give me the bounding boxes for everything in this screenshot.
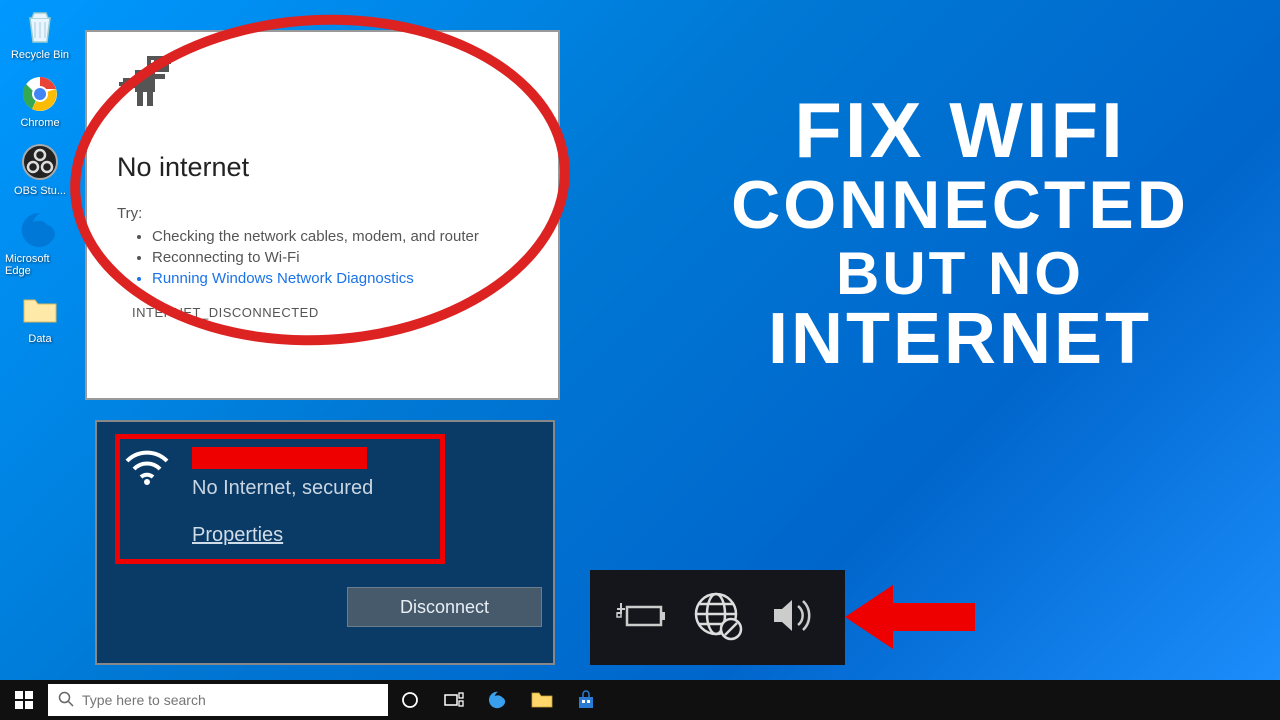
try-label: Try:	[117, 205, 548, 222]
battery-icon	[613, 595, 668, 640]
icon-label: OBS Stu...	[14, 185, 66, 197]
obs-icon	[19, 141, 61, 183]
start-button[interactable]	[0, 680, 48, 720]
folder-icon	[19, 289, 61, 331]
icon-label: Recycle Bin	[11, 49, 69, 61]
icon-label: Data	[28, 333, 51, 345]
run-diagnostics-link[interactable]: Running Windows Network Diagnostics	[152, 270, 548, 287]
disconnect-button[interactable]: Disconnect	[347, 587, 542, 627]
suggestion-item: Reconnecting to Wi-Fi	[152, 249, 548, 266]
wifi-flyout: No Internet, secured Properties Disconne…	[95, 420, 555, 665]
title-line-1: FIX WIFI	[660, 85, 1260, 176]
title-line-3: BUT NO	[660, 239, 1260, 308]
ssid-redacted	[192, 447, 367, 469]
wifi-icon	[125, 447, 170, 490]
desktop-icon-data-folder[interactable]: Data	[5, 289, 75, 345]
dino-icon	[117, 52, 548, 117]
cortana-icon[interactable]	[388, 680, 432, 720]
error-heading: No internet	[117, 152, 548, 183]
globe-no-internet-icon	[690, 588, 745, 648]
browser-error-card: No internet Try: Checking the network ca…	[85, 30, 560, 400]
chrome-icon	[19, 73, 61, 115]
edge-taskbar-icon[interactable]	[476, 680, 520, 720]
wifi-status: No Internet, secured	[192, 477, 373, 500]
icon-label: Chrome	[20, 117, 59, 129]
tray-closeup	[590, 570, 845, 665]
edge-icon	[19, 209, 61, 251]
title-line-2: CONNECTED	[660, 166, 1260, 244]
desktop-icons: Recycle Bin Chrome OBS Stu... Microsoft …	[5, 5, 75, 345]
store-icon[interactable]	[564, 680, 608, 720]
taskbar	[0, 680, 1280, 720]
volume-icon	[768, 593, 823, 643]
desktop-icon-chrome[interactable]: Chrome	[5, 73, 75, 129]
search-input[interactable]	[82, 692, 378, 708]
search-box[interactable]	[48, 684, 388, 716]
task-view-icon[interactable]	[432, 680, 476, 720]
desktop-icon-obs[interactable]: OBS Stu...	[5, 141, 75, 197]
icon-label: Microsoft Edge	[5, 253, 75, 277]
annotation-arrow	[845, 570, 985, 670]
error-code: INTERNET_DISCONNECTED	[117, 305, 548, 320]
properties-link[interactable]: Properties	[192, 524, 283, 547]
suggestion-item: Checking the network cables, modem, and …	[152, 228, 548, 245]
search-icon	[58, 691, 74, 710]
desktop-icon-edge[interactable]: Microsoft Edge	[5, 209, 75, 277]
file-explorer-icon[interactable]	[520, 680, 564, 720]
recycle-bin-icon	[19, 5, 61, 47]
suggestion-list: Checking the network cables, modem, and …	[117, 228, 548, 287]
title-line-4: INTERNET	[660, 298, 1260, 380]
desktop-icon-recycle-bin[interactable]: Recycle Bin	[5, 5, 75, 61]
thumbnail-title: FIX WIFI CONNECTED BUT NO INTERNET	[660, 85, 1260, 380]
